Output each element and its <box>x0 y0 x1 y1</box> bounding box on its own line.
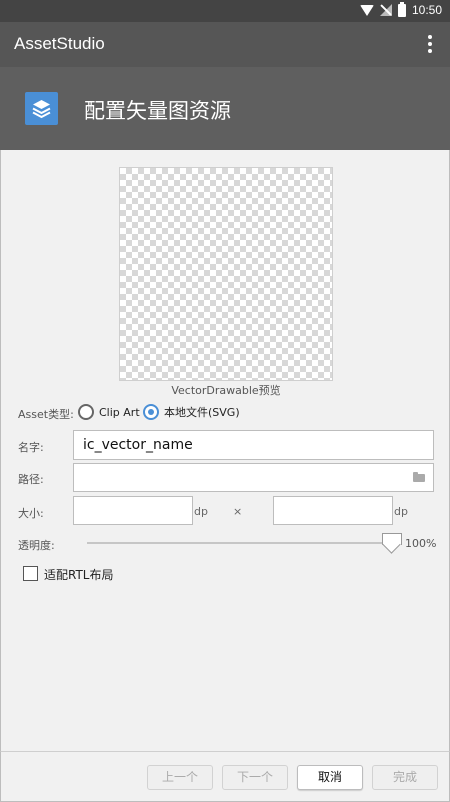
name-label: 名字: <box>18 441 44 454</box>
size-separator: × <box>233 505 243 518</box>
opacity-slider[interactable] <box>87 542 391 544</box>
rtl-checkbox[interactable] <box>23 566 38 581</box>
radio-local-svg-label: 本地文件(SVG) <box>164 406 240 419</box>
radio-clip-art-label: Clip Art <box>99 405 140 419</box>
no-signal-icon <box>379 4 392 16</box>
path-input[interactable] <box>73 463 434 492</box>
status-time: 10:50 <box>411 3 442 17</box>
opacity-value: 100% <box>405 537 437 550</box>
height-input[interactable] <box>273 496 393 525</box>
app-title: AssetStudio <box>14 34 105 53</box>
height-unit: dp <box>394 505 408 518</box>
radio-clip-art[interactable]: Clip Art <box>78 404 140 420</box>
finish-button[interactable]: 完成 <box>372 765 438 790</box>
radio-local-svg[interactable]: 本地文件(SVG) <box>143 404 240 420</box>
size-label: 大小: <box>18 507 44 520</box>
path-label: 路径: <box>18 473 44 486</box>
rtl-label: 适配RTL布局 <box>44 568 114 582</box>
battery-icon <box>397 1 406 17</box>
overflow-menu-icon[interactable] <box>420 33 440 55</box>
app-bar: AssetStudio <box>0 22 450 67</box>
status-bar: 10:50 <box>0 0 450 22</box>
wizard-header: 配置矢量图资源 <box>0 67 450 150</box>
width-input[interactable] <box>73 496 193 525</box>
page-title: 配置矢量图资源 <box>84 99 231 123</box>
width-unit: dp <box>194 505 208 518</box>
radio-selected-icon <box>143 404 159 420</box>
previous-button[interactable]: 上一个 <box>147 765 213 790</box>
opacity-label: 透明度: <box>18 539 55 552</box>
vector-preview <box>119 167 333 381</box>
next-button[interactable]: 下一个 <box>222 765 288 790</box>
asset-type-label: Asset类型: <box>18 408 74 421</box>
wifi-icon <box>359 4 374 16</box>
radio-circle-icon <box>78 404 94 420</box>
preview-caption: VectorDrawable预览 <box>171 384 281 397</box>
form-content: VectorDrawable预览 Asset类型: Clip Art 本地文件(… <box>0 150 450 751</box>
cancel-button[interactable]: 取消 <box>297 765 363 790</box>
name-input[interactable]: ic_vector_name <box>73 430 434 460</box>
layers-icon <box>25 92 58 125</box>
folder-icon[interactable] <box>413 472 425 482</box>
slider-thumb[interactable] <box>382 533 402 553</box>
wizard-footer: 上一个 下一个 取消 完成 <box>0 751 450 802</box>
